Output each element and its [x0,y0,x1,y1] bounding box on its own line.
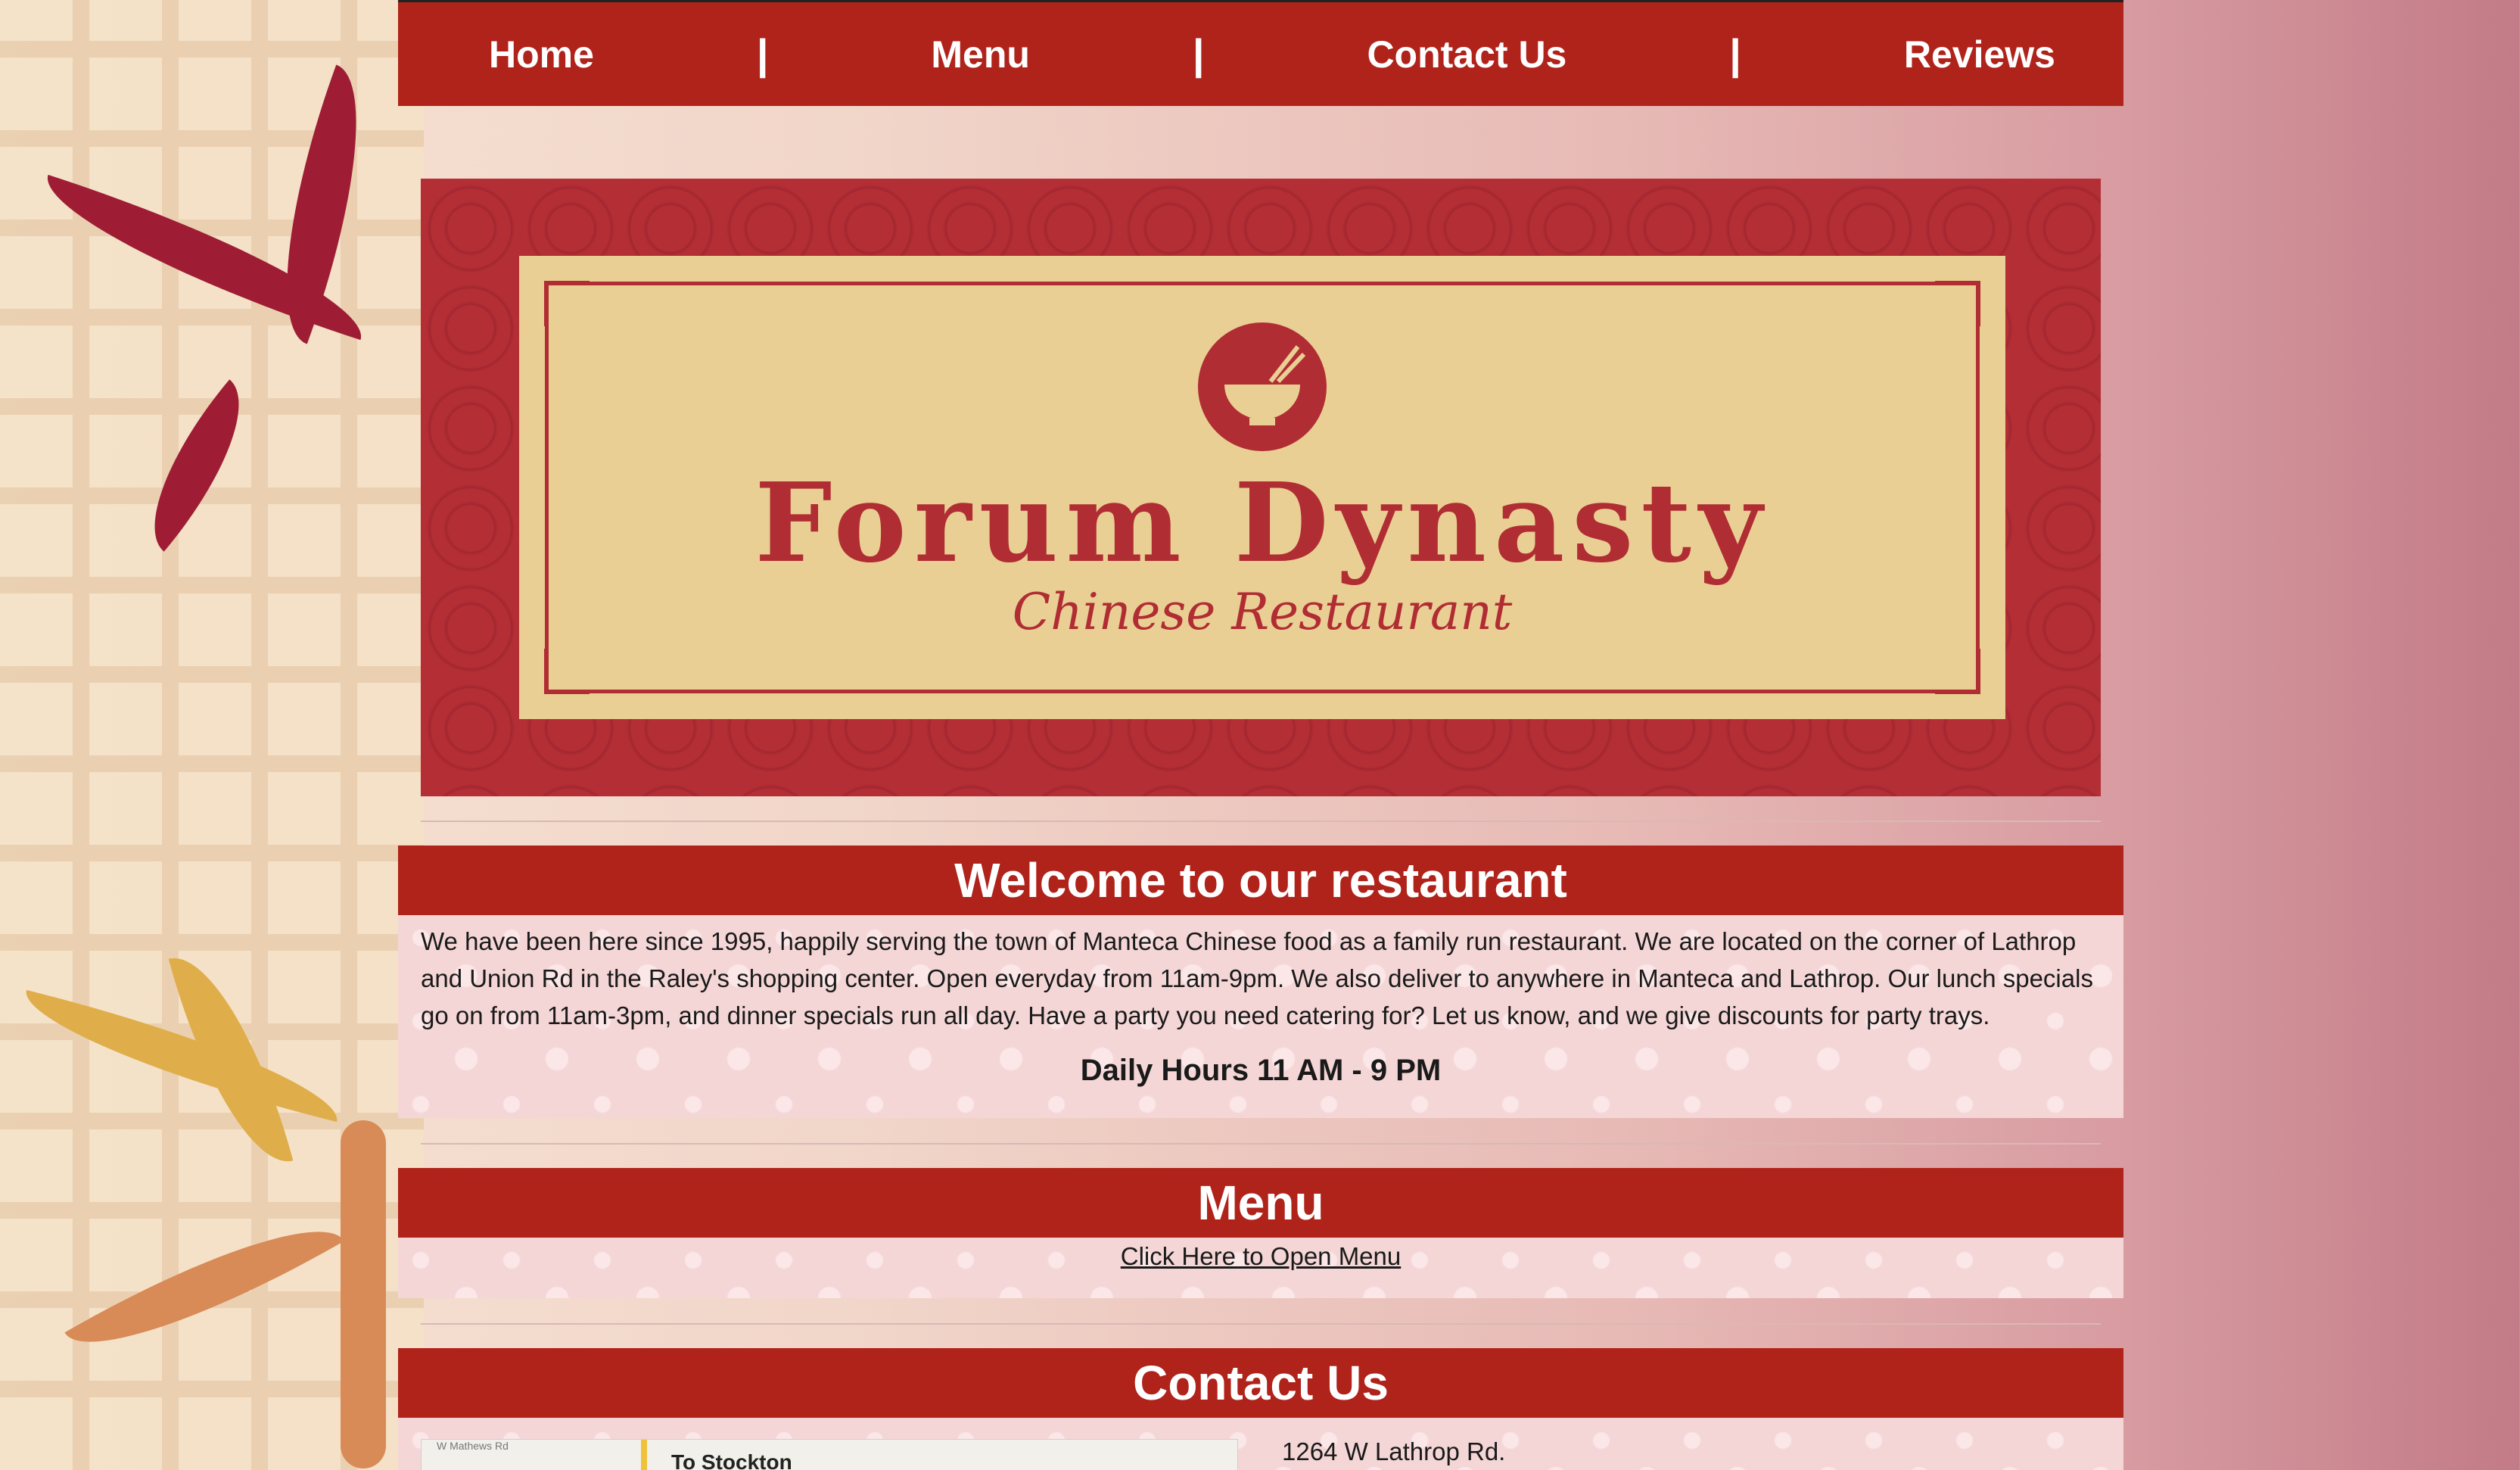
contact-heading: Contact Us [398,1348,2123,1418]
frame-corner [544,281,590,326]
location-map[interactable]: W Mathews Rd To Stockton [421,1439,1238,1470]
nav-separator: | [756,30,769,78]
banner-plaque: Forum Dynasty Chinese Restaurant [519,256,2005,719]
address-line: 1264 W Lathrop Rd. [1282,1437,1506,1465]
daily-hours: Daily Hours 11 AM - 9 PM [1080,1054,1442,1087]
restaurant-tagline: Chinese Restaurant [1012,583,1513,641]
divider [421,1143,2101,1145]
frame-corner [1935,649,1980,694]
welcome-body: We have been here since 1995, happily se… [398,915,2123,1118]
restaurant-name: Forum Dynasty [754,459,1770,587]
menu-heading: Menu [398,1168,2123,1238]
welcome-paragraph: We have been here since 1995, happily se… [421,927,2093,1029]
map-direction-label: To Stockton [671,1450,792,1470]
contact-body: W Mathews Rd To Stockton 1264 W Lathrop … [398,1418,2123,1470]
bowl-chopsticks-icon [1198,322,1327,451]
nav-contact-link[interactable]: Contact Us [1367,33,1566,76]
map-road [641,1440,647,1470]
top-navbar: Home | Menu | Contact Us | Reviews [398,0,2123,106]
hero-banner: Forum Dynasty Chinese Restaurant [421,179,2101,796]
open-menu-link[interactable]: Click Here to Open Menu [398,1238,2123,1271]
divider [421,1323,2101,1325]
frame-corner [1935,281,1980,326]
menu-body: Click Here to Open Menu [398,1238,2123,1298]
welcome-heading: Welcome to our restaurant [398,846,2123,915]
divider [421,821,2101,822]
nav-home-link[interactable]: Home [489,33,594,76]
nav-menu-link[interactable]: Menu [931,33,1030,76]
nav-separator: | [1192,30,1205,78]
nav-separator: | [1729,30,1741,78]
bamboo-stalk [341,1120,386,1468]
map-street-label: W Mathews Rd [437,1440,509,1452]
nav-reviews-link[interactable]: Reviews [1904,33,2055,76]
frame-corner [544,649,590,694]
